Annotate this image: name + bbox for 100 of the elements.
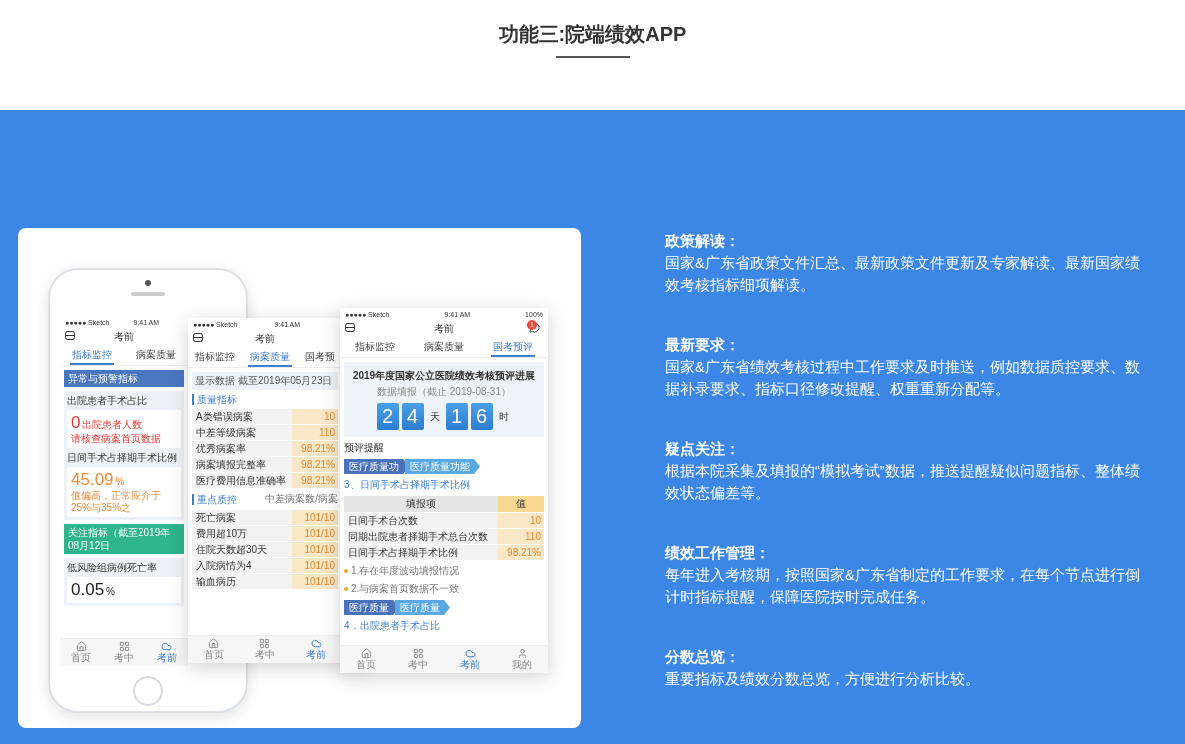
indicator-heading: 4．出院患者手术占比: [344, 619, 441, 633]
tab[interactable]: 指标监控: [70, 346, 114, 365]
tab-bar-item[interactable]: 考中: [239, 636, 291, 663]
grid-icon: [259, 638, 271, 649]
page-title: 功能三:院端绩效APP: [498, 22, 687, 47]
tab[interactable]: 指标监控: [193, 348, 238, 367]
column-header: 值: [498, 496, 544, 512]
table-cell: A类错误病案: [192, 409, 292, 424]
camera-dot: [145, 280, 151, 286]
tab[interactable]: 国考预: [302, 348, 337, 367]
table-cell: 110: [498, 529, 544, 544]
metric-unit: %: [106, 586, 115, 597]
feature-text: 国家&广东省绩效考核过程中工作要求及时推送，例如数据质控要求、数据补录要求、指标口径修改提醒、权重重新分配等。: [665, 358, 1141, 399]
table-cell: 10: [498, 513, 544, 528]
group-title: 质量指标: [192, 394, 237, 405]
day-unit: 天: [429, 409, 440, 424]
grid-icon: [118, 641, 130, 652]
tab[interactable]: 病案质量: [248, 348, 292, 367]
menu-icon[interactable]: [193, 333, 203, 342]
step-chevron[interactable]: 医疗质量: [395, 600, 450, 615]
feature-title: 疑点关注：: [665, 440, 741, 459]
group-title: 重点质控: [192, 493, 237, 505]
metric-note: 值偏高，正常应介于25%与35%之: [71, 490, 162, 514]
hour-unit: 时: [498, 409, 509, 424]
feature-title: 绩效工作管理：: [665, 544, 771, 563]
tab[interactable]: 国考预评: [491, 338, 536, 357]
feature-title: 分数总览：: [665, 648, 741, 667]
screen-title: 考前: [114, 330, 134, 344]
feature-title: 政策解读：: [665, 232, 741, 251]
metric-value: 45.09: [71, 470, 114, 490]
table-cell: 病案填报完整率: [192, 457, 292, 472]
countdown-digit: 1: [445, 403, 468, 430]
metric-value: 0.05: [71, 580, 105, 600]
tab-bar-item[interactable]: 我的: [496, 646, 548, 673]
tab-bar-item[interactable]: 考中: [392, 646, 444, 673]
table-cell: 98.21%: [498, 545, 544, 560]
table-cell: 死亡病案: [192, 510, 292, 525]
table-cell: 输血病历: [192, 574, 292, 589]
table-cell: 110: [292, 425, 338, 440]
metric-unit: 出院患者人数: [82, 418, 143, 432]
step-chevron[interactable]: 医疗质量功能: [405, 459, 480, 474]
table-cell: 101/10: [292, 542, 338, 557]
tab[interactable]: 指标监控: [352, 338, 397, 357]
cloud-icon: [310, 638, 322, 649]
screen-title: 考前: [434, 322, 454, 336]
countdown-title: 2019年度国家公立医院绩效考核预评进展: [352, 369, 536, 383]
cloud-icon: [161, 641, 173, 652]
feature-text: 根据本院采集及填报的“模拟考试”数据，推送提醒疑似问题指标、整体绩效状态偏差等。: [665, 462, 1141, 503]
countdown-digit: 4: [401, 403, 424, 430]
cloud-icon: [464, 648, 476, 659]
feature-title: 最新要求：: [665, 336, 741, 355]
grid-icon: [412, 648, 424, 659]
metric-title: 低风险组病例死亡率: [67, 561, 158, 574]
tab-bar-item[interactable]: 首页: [340, 646, 392, 673]
person-icon: [516, 648, 528, 659]
metric-unit: %: [115, 476, 125, 487]
reminder-title: 预评提醒: [344, 441, 385, 455]
screen-title: 考前: [255, 332, 275, 346]
tab-bar-item[interactable]: 考前: [145, 639, 188, 666]
metric-value: 0: [71, 413, 81, 433]
feature-text: 每年进入考核期，按照国家&广东省制定的工作要求，在每个节点进行倒计时指标提醒，保障医院按时完成任务。: [665, 566, 1141, 607]
tab[interactable]: 病案质量: [134, 346, 178, 365]
indicator-heading: 3、日间手术占择期手术比例: [344, 478, 471, 492]
table-cell: 住院天数超30天: [192, 542, 292, 557]
table-cell: 日间手术台次数: [344, 513, 498, 528]
tab[interactable]: 病案质量: [422, 338, 466, 357]
note-text: 2.与病案首页数据不一致: [351, 582, 460, 596]
metric-title: 出院患者手术占比: [67, 394, 148, 407]
tab-bar-item[interactable]: 考前: [290, 636, 342, 663]
metric-note: 请核查病案首页数据: [71, 433, 162, 445]
speaker-slot: [131, 292, 165, 296]
table-cell: 日间手术占择期手术比例: [344, 545, 498, 560]
bullet-dot: [344, 569, 348, 573]
table-cell: 98.21%: [292, 457, 338, 472]
bullet-dot: [344, 587, 348, 591]
group-note: 中差病案数/病案: [265, 492, 338, 506]
countdown-digit: 2: [376, 403, 399, 430]
feature-text: 重要指标及绩效分数总览，方便进行分析比较。: [665, 670, 981, 689]
metric-title: 日间手术占择期手术比例: [67, 451, 178, 464]
countdown-digit: 6: [470, 403, 493, 430]
menu-icon[interactable]: [345, 323, 355, 332]
table-cell: 中差等级病案: [192, 425, 292, 440]
home-icon: [208, 638, 220, 649]
section-header: 关注指标（截至2019年08月12日: [64, 524, 184, 554]
table-cell: 101/10: [292, 510, 338, 525]
tab-bar-item[interactable]: 考前: [444, 646, 496, 673]
table-cell: 优秀病案率: [192, 441, 292, 456]
table-cell: 费用超10万: [192, 526, 292, 541]
note-text: 1.存在年度波动填报情况: [351, 564, 460, 578]
section-header: 异常与预警指标: [64, 370, 184, 387]
filter-label: 显示数据: [195, 374, 235, 388]
filter-date: 截至2019年05月23日: [238, 374, 333, 388]
tab-bar-item[interactable]: 首页: [188, 636, 240, 663]
tab-bar-item[interactable]: 考中: [102, 639, 146, 666]
feature-text: 国家&广东省政策文件汇总、最新政策文件更新及专家解读、最新国家绩效考核指标细项解读。: [665, 254, 1141, 295]
home-icon: [75, 641, 87, 652]
tab-bar-item[interactable]: 首页: [60, 639, 103, 666]
menu-icon[interactable]: [65, 331, 75, 340]
table-cell: 10: [292, 409, 338, 424]
table-cell: 101/10: [292, 574, 338, 589]
